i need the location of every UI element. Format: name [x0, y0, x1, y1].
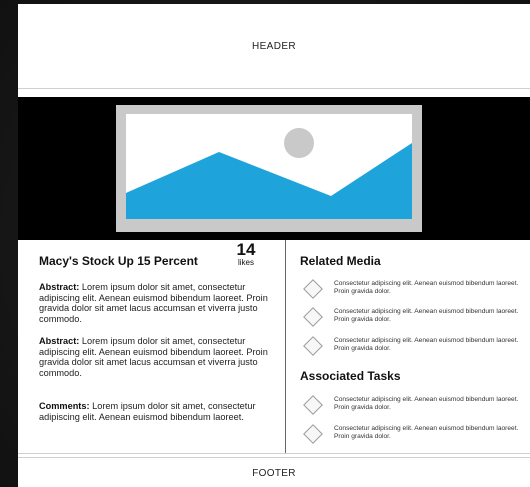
landscape-image-icon: [126, 128, 412, 219]
comments-paragraph: Comments: Lorem ipsum dolor sit amet, co…: [39, 401, 279, 422]
diamond-icon: [303, 307, 323, 327]
diamond-icon: [303, 336, 323, 356]
associated-task-item[interactable]: Consectetur adipiscing elit. Aenean euis…: [302, 423, 526, 445]
diamond-icon: [303, 424, 323, 444]
abstract-label-1: Abstract:: [39, 282, 80, 292]
associated-tasks-title: Associated Tasks: [300, 369, 401, 383]
related-media-item[interactable]: Consectetur adipiscing elit. Aenean euis…: [302, 306, 526, 328]
wireframe-page: HEADER Macy's Stock Up 15 Percent 14 lik…: [18, 4, 530, 487]
related-media-item[interactable]: Consectetur adipiscing elit. Aenean euis…: [302, 335, 526, 357]
content-area: Macy's Stock Up 15 Percent 14 likes Abst…: [18, 240, 530, 454]
comments-label: Comments:: [39, 401, 90, 411]
mountain-shape: [126, 143, 412, 219]
abstract-paragraph-2: Abstract: Lorem ipsum dolor sit amet, co…: [39, 336, 279, 378]
page-footer: FOOTER: [18, 457, 530, 487]
likes-counter[interactable]: 14 likes: [230, 240, 262, 267]
likes-count: 14: [236, 240, 256, 259]
related-media-text: Consectetur adipiscing elit. Aenean euis…: [334, 308, 519, 323]
associated-task-text: Consectetur adipiscing elit. Aenean euis…: [334, 425, 519, 440]
footer-label: FOOTER: [252, 467, 296, 479]
header-label: HEADER: [251, 40, 297, 52]
hero-banner: [18, 97, 530, 240]
screen-frame: HEADER Macy's Stock Up 15 Percent 14 lik…: [0, 0, 530, 487]
likes-label: likes: [237, 258, 254, 267]
abstract-label-2: Abstract:: [39, 336, 80, 346]
article-title[interactable]: Macy's Stock Up 15 Percent: [39, 254, 198, 268]
related-media-text: Consectetur adipiscing elit. Aenean euis…: [334, 280, 519, 295]
related-media-text: Consectetur adipiscing elit. Aenean euis…: [334, 337, 519, 352]
related-media-title: Related Media: [300, 254, 381, 268]
sidebar-column: Related Media Consectetur adipiscing eli…: [286, 240, 530, 453]
related-media-item[interactable]: Consectetur adipiscing elit. Aenean euis…: [302, 278, 526, 300]
abstract-paragraph-1: Abstract: Lorem ipsum dolor sit amet, co…: [39, 282, 279, 324]
article-column: Macy's Stock Up 15 Percent 14 likes Abst…: [18, 240, 286, 453]
diamond-icon: [303, 279, 323, 299]
hero-image-placeholder[interactable]: [116, 105, 422, 232]
associated-task-text: Consectetur adipiscing elit. Aenean euis…: [334, 396, 519, 411]
associated-task-item[interactable]: Consectetur adipiscing elit. Aenean euis…: [302, 394, 526, 416]
diamond-icon: [303, 395, 323, 415]
sun-shape: [284, 128, 314, 158]
page-header: HEADER: [18, 4, 530, 89]
image-canvas: [126, 114, 412, 219]
